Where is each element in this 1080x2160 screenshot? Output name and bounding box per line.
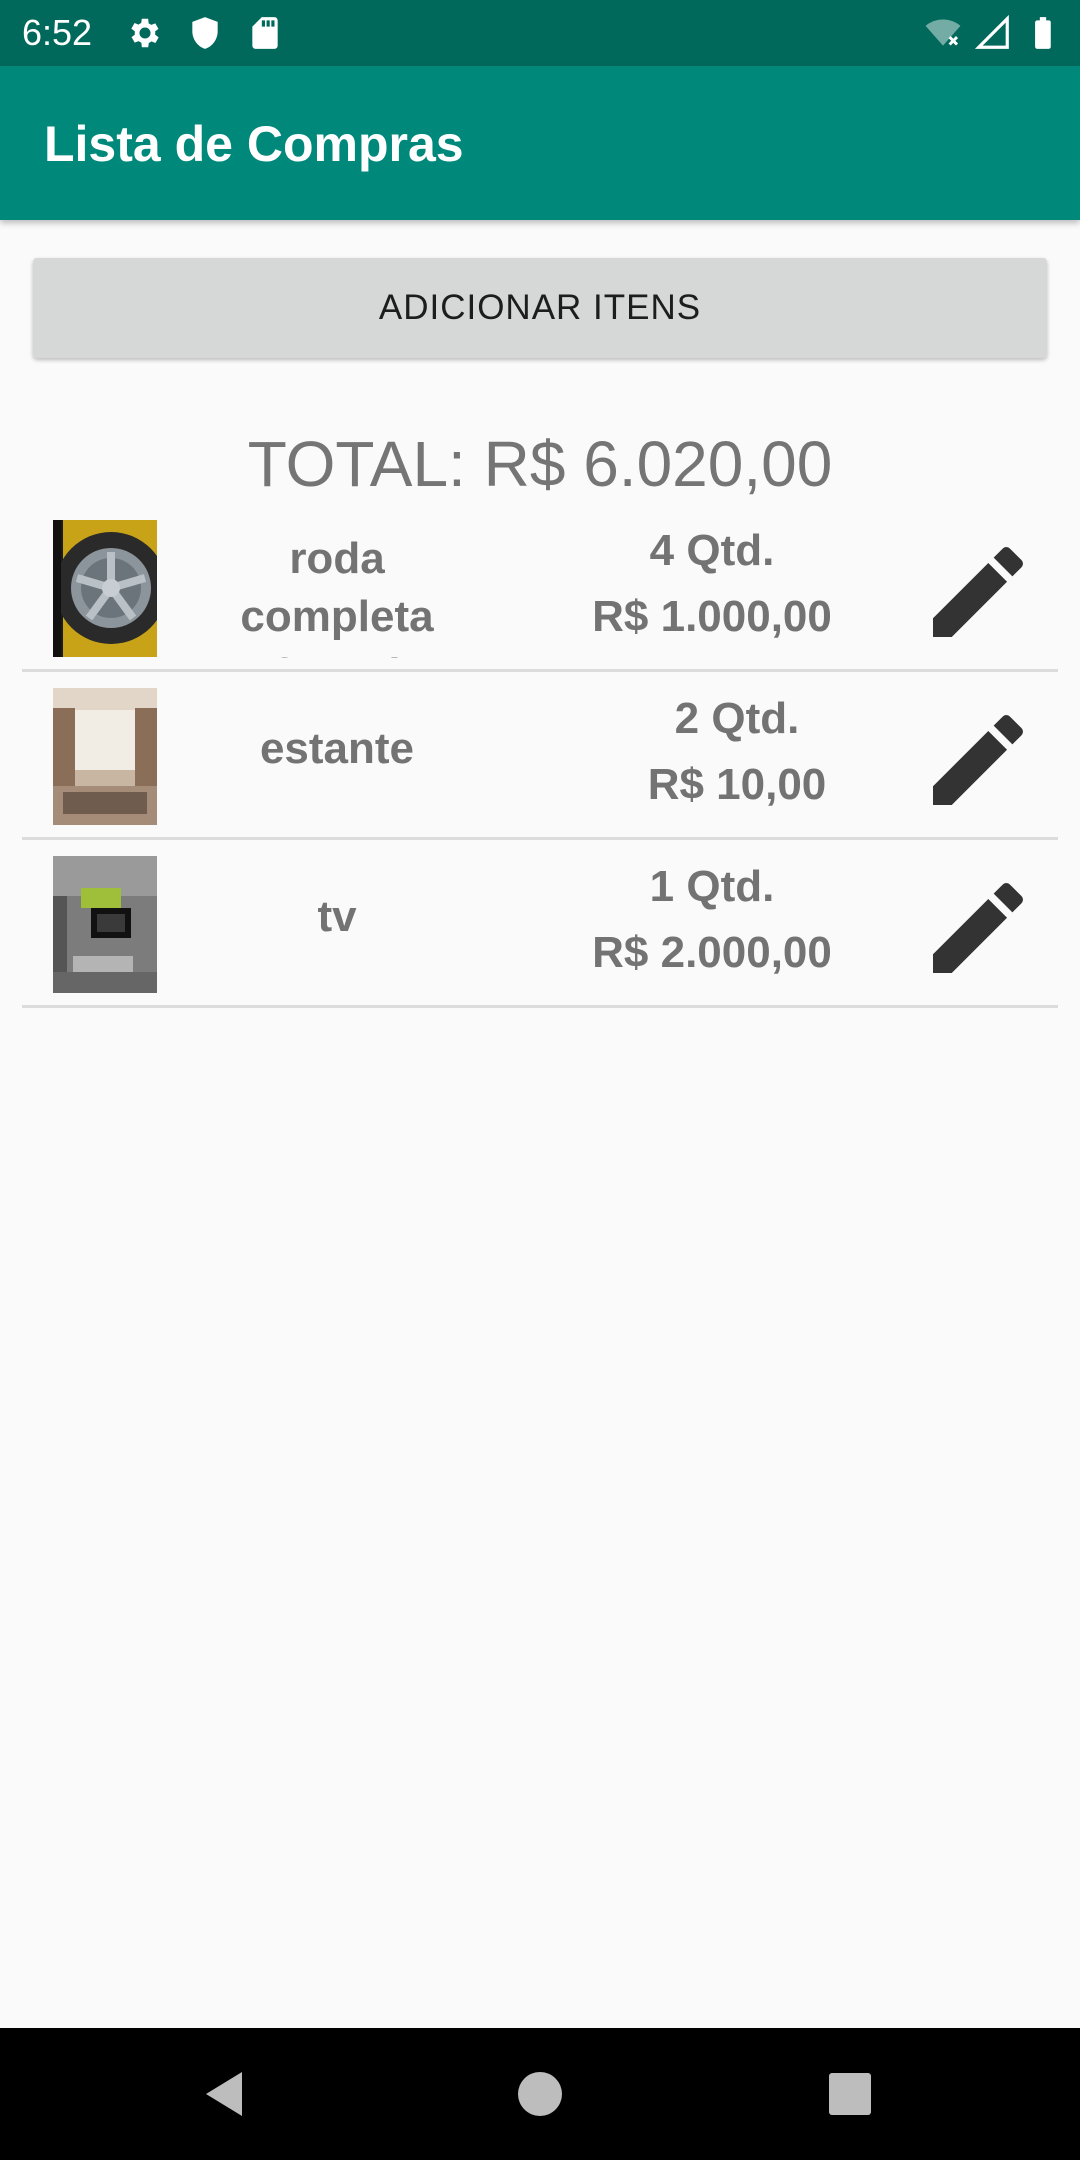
item-qty: 2 Qtd. [674,694,800,743]
item-qty-price: 1 Qtd. R$ 2.000,00 [512,840,912,1000]
recents-icon[interactable] [818,2062,882,2126]
item-name: tv [317,892,357,941]
status-bar: 6:52 [0,0,1080,66]
wheel-photo [53,520,157,657]
pencil-icon[interactable] [918,532,1038,652]
tv-room-photo [53,856,157,993]
app-title: Lista de Compras [44,116,464,172]
battery-icon [1035,17,1051,49]
status-time: 6:52 [22,12,93,53]
app-bar: Lista de Compras [0,66,1080,220]
wifi-off-icon [925,19,961,46]
item-name: estante [259,724,415,773]
back-icon[interactable] [196,2062,260,2126]
item-price: R$ 1.000,00 [592,592,832,641]
signal-icon [974,14,1009,49]
pencil-icon[interactable] [918,700,1038,820]
list-item[interactable]: estante 2 Qtd. R$ 10,00 [22,672,1058,840]
nav-bar [0,2028,1080,2160]
shield-icon [192,17,218,49]
add-items-button[interactable]: ADICIONAR ITENS [33,258,1047,358]
sd-card-icon [252,17,278,49]
pencil-icon[interactable] [918,868,1038,988]
total-label: TOTAL: R$ 6.020,00 [247,428,833,500]
gear-icon [131,18,159,48]
item-qty: 1 Qtd. [649,862,775,911]
item-qty-price: 4 Qtd. R$ 1.000,00 [512,504,912,664]
list-item[interactable]: roda completa ferrari 4 Qtd. R$ 1.000,00 [22,504,1058,672]
item-price: R$ 2.000,00 [592,928,832,977]
living-room-photo [53,688,157,825]
item-price: R$ 10,00 [647,760,827,809]
item-qty: 4 Qtd. [649,526,775,575]
list-item[interactable]: tv 1 Qtd. R$ 2.000,00 [22,840,1058,1008]
item-list: roda completa ferrari 4 Qtd. R$ 1.000,00… [22,504,1058,1008]
item-qty-price: 2 Qtd. R$ 10,00 [537,672,937,832]
home-icon[interactable] [508,2062,572,2126]
item-name: roda completa ferrari [240,534,434,658]
